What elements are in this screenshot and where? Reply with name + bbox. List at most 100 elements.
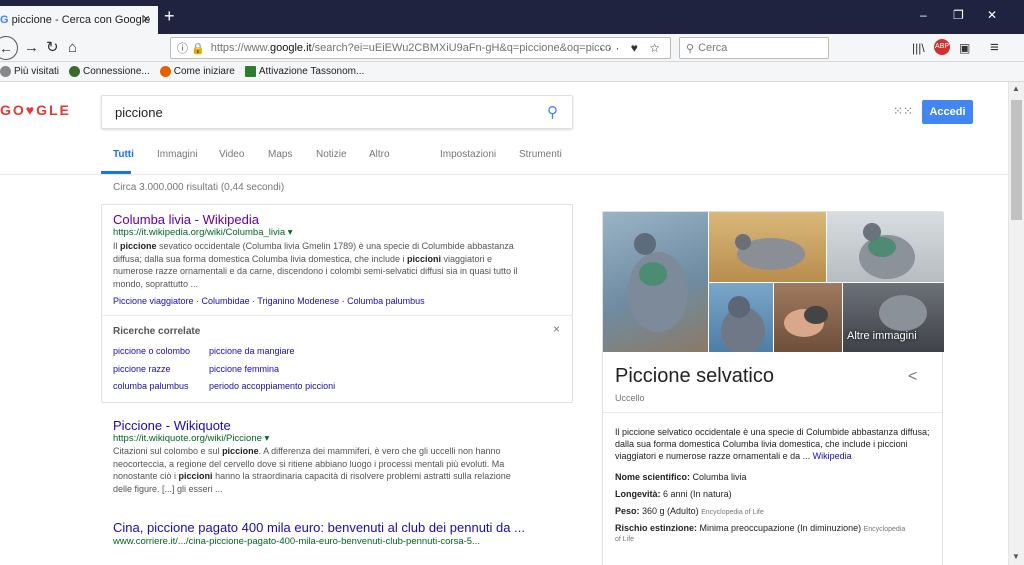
sidebar-icon[interactable]: ▣ [959,38,970,58]
pigeon-image-shape [735,234,805,270]
pigeon-image-shape [721,296,765,352]
pigeon-image[interactable] [774,283,842,352]
browser-search-input[interactable]: ⚲ Cerca [679,37,829,59]
url-domain: google.it [270,42,312,54]
pigeon-image[interactable] [709,212,826,282]
page-actions-icon[interactable]: ··· ♥ ☆ [599,41,664,55]
divider [0,174,1008,175]
knowledge-panel: Altre immagini Piccione selvatico < Ucce… [602,211,944,565]
tab-altro[interactable]: Altro [369,149,390,160]
divider [603,412,942,413]
result-snippet: Citazioni sul colombo e sul piccione. A … [113,446,511,494]
url-bar[interactable]: ⓘ 🔒 https://www. google.it /search?ei=uE… [170,37,671,59]
navigation-toolbar: ← → ↻ ⌂ ⓘ 🔒 https://www. google.it /sear… [0,34,1024,62]
pigeon-image[interactable] [709,283,773,352]
source-link[interactable]: Encyclopedia of Life [701,509,764,516]
pigeon-image-shape [784,306,828,337]
kp-fact: Longevità: 6 anni (In natura) [615,489,732,499]
adblock-icon[interactable]: ABP [934,39,950,55]
apps-grid-icon[interactable]: ⁙⁙ [893,104,913,118]
kp-subtitle: Uccello [615,393,645,403]
tab-close-icon[interactable]: × [142,11,150,26]
url-prefix: https://www. [210,42,270,54]
pigeon-image-shape [628,233,688,332]
result-title-link[interactable]: Cina, piccione pagato 400 mila euro: ben… [113,520,525,535]
kp-fact: Nome scientifico: Columba livia [615,472,747,482]
bookmarks-toolbar: Più visitati Connessione... Come iniziar… [0,62,1024,82]
menu-icon[interactable]: ≡ [990,38,999,58]
back-arrow-icon[interactable]: ← [0,36,18,60]
close-icon[interactable]: × [553,322,560,336]
search-query: piccione [115,104,163,120]
page-scrollbar[interactable]: ▲ ▼ [1008,82,1024,565]
signin-button[interactable]: Accedi [922,100,973,124]
info-icon[interactable]: ⓘ [177,40,188,56]
maximize-icon[interactable]: ❐ [953,8,964,22]
search-icon[interactable]: ⚲ [547,103,558,121]
google-results-page: GO♥GLE piccione ⚲ ⁙⁙ Accedi Tutti Immagi… [0,82,1008,565]
pigeon-image[interactable] [603,212,708,352]
kp-description: Il piccione selvatico occidentale è una … [615,427,930,461]
bookmark-item[interactable]: Connessione... [69,66,150,77]
result-sitelinks[interactable]: Piccione viaggiatore · Columbidae · Trig… [113,296,425,306]
bookmark-item[interactable]: Più visitati [0,66,59,77]
kp-fact: Rischio estinzione: Minima preoccupazion… [615,523,906,533]
tab-notizie[interactable]: Notizie [316,149,347,160]
related-search-link[interactable]: periodo accoppiamento piccioni [209,381,335,391]
related-search-link[interactable]: columba palumbus [113,381,189,391]
bookmark-icon [69,66,81,77]
lock-icon: 🔒 [191,42,205,55]
search-icon: ⚲ [686,42,695,55]
result-snippet: Il piccione sevatico occidentale (Columb… [113,241,518,289]
new-tab-icon[interactable]: + [164,6,175,26]
search-tabs: Tutti Immagini Video Maps Notizie Altro … [101,149,1008,173]
share-icon[interactable]: < [908,368,917,386]
google-favicon-icon: G [0,14,9,26]
google-doodle-logo[interactable]: GO♥GLE [0,102,71,118]
library-icon[interactable]: |||\ [912,38,925,58]
divider [101,315,573,316]
tab-video[interactable]: Video [219,149,244,160]
forward-arrow-icon[interactable]: → [24,38,39,58]
pigeon-image-shape [859,223,915,279]
bookmark-item[interactable]: Attivazione Tassonom... [244,66,364,77]
wikipedia-link[interactable]: Wikipedia [813,451,852,461]
bookmark-icon [244,66,256,77]
pigeon-image[interactable] [827,212,944,282]
related-search-link[interactable]: piccione razze [113,364,171,374]
related-search-link[interactable]: piccione da mangiare [209,346,295,356]
kp-fact: Peso: 360 g (Adulto) Encyclopedia of Lif… [615,506,764,516]
reload-icon[interactable]: ↻ [46,38,59,58]
source-link[interactable]: Encyclopedia [864,526,906,533]
minimize-icon[interactable]: – [920,8,927,22]
related-search-link[interactable]: piccione o colombo [113,346,190,356]
tab-immagini[interactable]: Immagini [157,149,198,160]
result-title-link[interactable]: Piccione - Wikiquote [113,418,231,433]
kp-title: Piccione selvatico [615,365,774,387]
search-placeholder: Cerca [698,42,728,54]
firefox-icon [159,66,171,77]
result-title-link[interactable]: Columba livia - Wikipedia [113,212,259,227]
related-search-link[interactable]: piccione femmina [209,364,279,374]
result-url[interactable]: https://it.wikiquote.org/wiki/Piccione ▾ [113,433,269,444]
scrollbar-thumb[interactable] [1011,100,1022,220]
tab-strumenti[interactable]: Strumenti [519,149,562,160]
result-stats: Circa 3.000.000 risultati (0,44 secondi) [113,182,285,193]
scroll-up-icon[interactable]: ▲ [1012,84,1020,93]
google-search-input[interactable]: piccione ⚲ [101,95,573,129]
bookmark-icon [0,66,11,77]
related-searches-title: Ricerche correlate [113,326,201,337]
tab-tutti[interactable]: Tutti [113,149,134,160]
tab-maps[interactable]: Maps [268,149,292,160]
result-url[interactable]: https://it.wikipedia.org/wiki/Columba_li… [113,227,293,238]
more-images-link[interactable]: Altre immagini [847,330,917,342]
source-link-tail[interactable]: of Life [615,536,634,543]
tab-impostazioni[interactable]: Impostazioni [440,149,496,160]
bookmark-item[interactable]: Come iniziare [159,66,235,77]
home-icon[interactable]: ⌂ [68,38,77,58]
scroll-down-icon[interactable]: ▼ [1012,552,1020,561]
browser-tab[interactable]: G piccione - Cerca con Google × [0,6,158,34]
close-window-icon[interactable]: ✕ [987,8,997,22]
tab-title: piccione - Cerca con Google [11,14,151,26]
result-url[interactable]: www.corriere.it/.../cina-piccione-pagato… [113,536,480,547]
